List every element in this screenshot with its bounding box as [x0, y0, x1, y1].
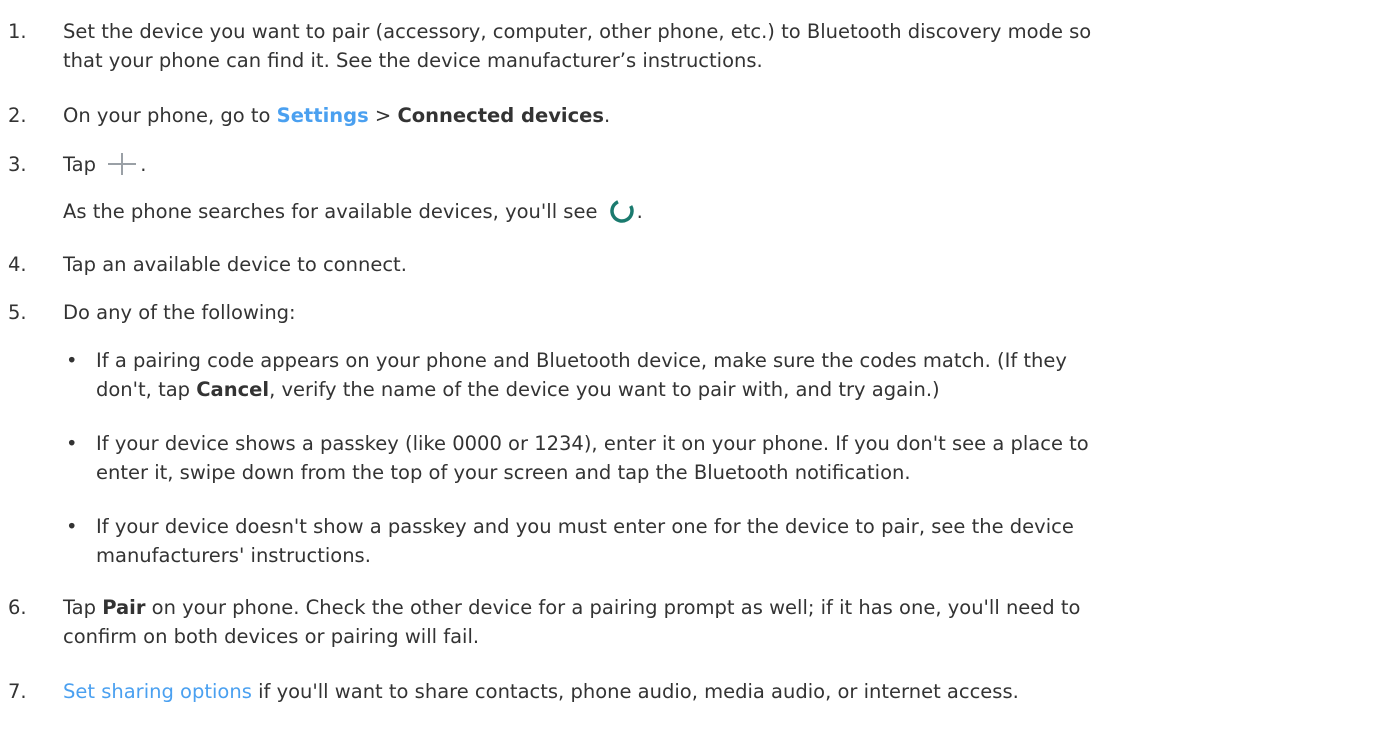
step-text: Set the device you want to pair (accesso… — [63, 17, 1353, 75]
step-text-prefix: On your phone, go to — [63, 104, 277, 127]
step-number: 6. — [8, 596, 27, 619]
step-text: On your phone, go to Settings > Connecte… — [63, 101, 1353, 130]
step-text-suffix: . — [603, 104, 611, 127]
bullet-item: • If a pairing code appears on your phon… — [66, 346, 1336, 404]
settings-link[interactable]: Settings — [277, 104, 369, 127]
bullet-text-suffix: , verify the name of the device you want… — [269, 378, 940, 401]
step-text: Tap . — [63, 150, 1353, 179]
step-text-prefix: Tap — [63, 596, 103, 619]
note-text-prefix: As the phone searches for available devi… — [63, 200, 604, 223]
step-text-line: Tap Pair on your phone. Check the other … — [63, 593, 1353, 622]
bullet-text-line: If a pairing code appears on your phone … — [96, 349, 1067, 372]
step-number: 3. — [8, 153, 27, 176]
step-number: 7. — [8, 680, 27, 703]
bullet-text-line: manufacturers' instructions. — [96, 544, 371, 567]
bullet-item: • If your device shows a passkey (like 0… — [66, 429, 1336, 487]
spinner-icon — [609, 198, 634, 223]
step-text-separator: > — [368, 104, 398, 127]
step-number: 4. — [8, 253, 27, 276]
step-text-line: confirm on both devices or pairing will … — [63, 625, 480, 648]
bullet-text-line: don't, tap Cancel, verify the name of th… — [96, 375, 1336, 404]
bullet-text-line: If your device doesn't show a passkey an… — [96, 515, 1074, 538]
bullet-text-line: If your device shows a passkey (like 000… — [96, 432, 1089, 455]
step-number: 2. — [8, 104, 27, 127]
bullet-text-line: enter it, swipe down from the top of you… — [96, 461, 911, 484]
step-text: Tap an available device to connect. — [63, 253, 407, 276]
step-text-prefix: Tap — [63, 153, 103, 176]
bullet-item: • If your device doesn't show a passkey … — [66, 512, 1336, 570]
step-text-suffix: if you'll want to share contacts, phone … — [251, 680, 1019, 703]
note-text-suffix: . — [636, 200, 643, 223]
step-text: Set sharing options if you'll want to sh… — [63, 677, 1353, 706]
step-text: Tap Pair on your phone. Check the other … — [63, 593, 1353, 651]
set-sharing-options-link[interactable]: Set sharing options — [63, 680, 252, 703]
bullet-symbol: • — [66, 432, 78, 455]
step-text-line: Set the device you want to pair (accesso… — [63, 20, 1092, 43]
step-text-suffix: . — [140, 153, 147, 176]
bullet-text-prefix: don't, tap — [96, 378, 197, 401]
pair-label: Pair — [102, 596, 146, 619]
bullet-symbol: • — [66, 515, 78, 538]
step-text: Do any of the following: — [63, 301, 296, 324]
step-3-note: As the phone searches for available devi… — [63, 197, 643, 227]
step-text-suffix: on your phone. Check the other device fo… — [145, 596, 1081, 619]
cancel-label: Cancel — [196, 378, 270, 401]
connected-devices-label: Connected devices — [397, 104, 604, 127]
plus-icon — [106, 152, 138, 176]
step-text-line: that your phone can find it. See the dev… — [63, 49, 763, 72]
bullet-symbol: • — [66, 349, 78, 372]
step-number: 5. — [8, 301, 27, 324]
step-number: 1. — [8, 20, 27, 43]
